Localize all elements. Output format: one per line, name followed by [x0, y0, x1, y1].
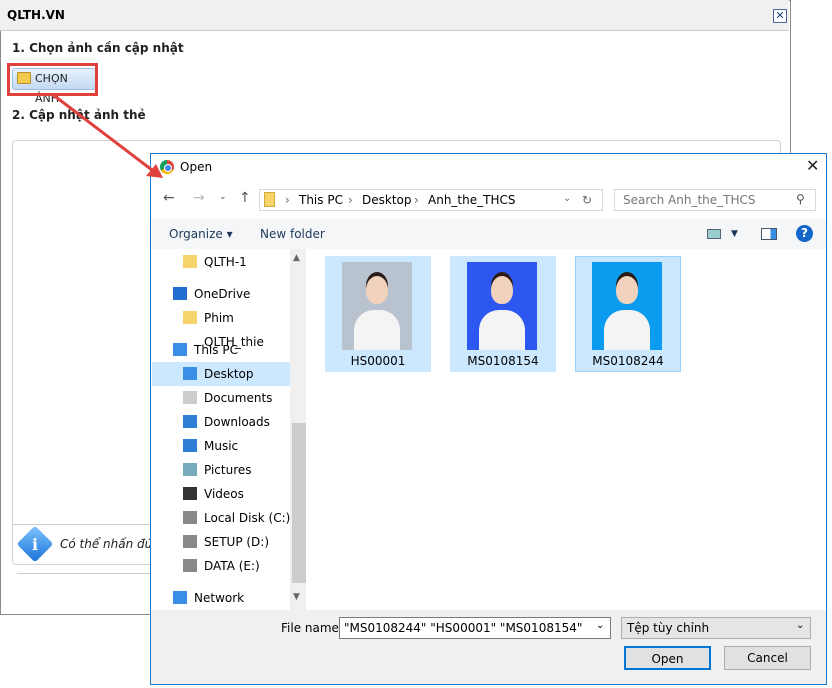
pointer-arrow: [51, 92, 163, 178]
